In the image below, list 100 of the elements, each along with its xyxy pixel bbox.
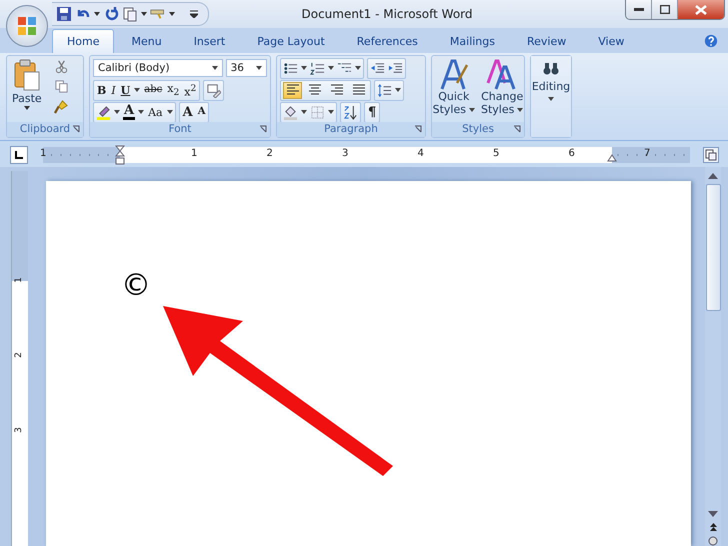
document-icon[interactable] [122,6,138,22]
view-ruler-button[interactable] [703,146,719,163]
clear-formatting-icon[interactable] [206,82,222,98]
help-icon[interactable] [704,34,718,48]
highlighter-icon[interactable] [96,104,111,120]
caret-icon[interactable] [138,110,144,114]
caret-icon[interactable] [395,88,401,92]
ribbon-tab[interactable]: View [583,28,640,53]
grow-font-button[interactable]: A [182,106,194,119]
text-lines-icon [352,84,366,96]
bold-button[interactable]: B [96,84,108,96]
shading-icon[interactable] [283,104,298,120]
ruler-number: 4 [418,148,424,159]
caret-icon[interactable] [355,66,361,70]
window-title: Document1 - Microsoft Word [300,6,474,21]
caret-icon [469,108,475,112]
text-lines-icon [330,84,344,96]
change-styles-button[interactable]: Change Styles [479,58,526,122]
ribbon-tab[interactable]: Page Layout [242,28,340,53]
caret-icon [548,96,554,101]
vertical-scrollbar[interactable] [705,167,721,546]
alignment-button[interactable] [283,82,302,99]
italic-button[interactable]: I [110,84,117,96]
ruler-view-icon [705,148,717,161]
caret-icon[interactable] [166,110,173,114]
select-browse-object-icon[interactable] [708,536,718,546]
superscript-button[interactable]: x$^{2}$ [183,84,198,98]
tab-selector-button[interactable] [10,146,28,164]
caret-icon[interactable] [169,12,175,16]
dialog-launcher-icon[interactable] [513,125,521,134]
caret-icon[interactable] [141,12,147,16]
right-indent-marker-icon[interactable] [607,154,617,162]
close-button[interactable] [678,0,724,19]
text-lines-icon [308,84,322,96]
caret-icon[interactable] [134,88,140,92]
group-label: Font [168,123,192,136]
copy-icon[interactable] [54,78,69,94]
caret-icon [256,66,262,70]
document-page[interactable]: © [46,181,691,546]
group-label: Clipboard [20,123,70,136]
styles-letter-icon [438,58,469,91]
caret-icon[interactable] [328,110,334,114]
group-label: Styles [462,123,494,136]
binoculars-icon [543,62,559,76]
bullets-icon[interactable] [283,60,298,76]
save-icon[interactable] [56,6,72,22]
close-icon [695,4,707,14]
underline-button[interactable]: U [120,84,132,96]
ruler-number: 1 [14,277,24,283]
line-spacing-icon[interactable] [377,82,392,98]
ribbon-tab[interactable]: Menu [116,28,177,53]
caret-icon[interactable] [114,110,120,114]
ruler-number: 2 [266,148,273,159]
quick-styles-button[interactable]: Quick Styles [430,58,477,122]
maximize-button[interactable] [652,0,678,19]
minimize-button[interactable] [626,0,652,19]
ribbon-tab[interactable]: Mailings [434,28,510,53]
caret-icon[interactable] [328,66,334,70]
editing-button[interactable]: Editing [531,56,571,137]
ribbon-tab[interactable]: Insert [178,28,240,53]
caret-icon[interactable] [301,110,307,114]
change-case-button[interactable]: Aa [147,106,164,118]
format-painter-icon[interactable] [54,98,69,114]
ribbon-tab[interactable]: Review [512,28,582,53]
indent-marker-icon[interactable] [115,144,125,165]
dialog-launcher-icon[interactable] [414,125,422,134]
caret-icon [212,66,218,70]
text-lines-icon [286,84,300,96]
ruler-number: 5 [493,148,500,159]
scissors-icon[interactable] [54,58,69,74]
caret-icon [517,108,524,112]
dialog-launcher-icon[interactable] [72,125,80,134]
shrink-font-button[interactable]: A [196,107,206,118]
ribbon-tab[interactable]: References [342,28,433,53]
redo-icon[interactable] [103,6,119,22]
scroll-thumb[interactable] [706,184,720,311]
ruler-number: 3 [14,427,24,433]
caret-icon[interactable] [301,66,307,70]
dialog-launcher-icon[interactable] [259,125,267,134]
paste-button[interactable]: Paste [10,58,44,110]
ruler-number: 7 [644,148,650,159]
subscript-button[interactable]: x$_{2}$ [166,83,180,98]
strikethrough-button[interactable]: abc [143,85,164,96]
ribbon-tab[interactable]: Home [52,28,114,53]
scroll-up-icon[interactable] [708,173,718,179]
previous-page-icon[interactable] [708,522,718,531]
font-name-field[interactable]: Calibri (Body) [93,59,223,78]
numbering-icon[interactable] [310,60,325,76]
scroll-down-icon[interactable] [708,511,718,517]
caret-icon[interactable] [94,12,100,16]
font-size-field[interactable]: 36 [226,59,267,78]
ruler-number: 6 [568,148,575,159]
sort-icon[interactable] [343,104,358,120]
group-label: Paragraph [324,123,378,136]
clipboard-icon [12,58,41,91]
left-tab-icon [15,150,23,159]
customize-icon[interactable] [190,10,198,18]
styles-letter-icon [486,58,518,91]
office-button[interactable] [6,5,48,47]
document-text: © [121,271,151,301]
